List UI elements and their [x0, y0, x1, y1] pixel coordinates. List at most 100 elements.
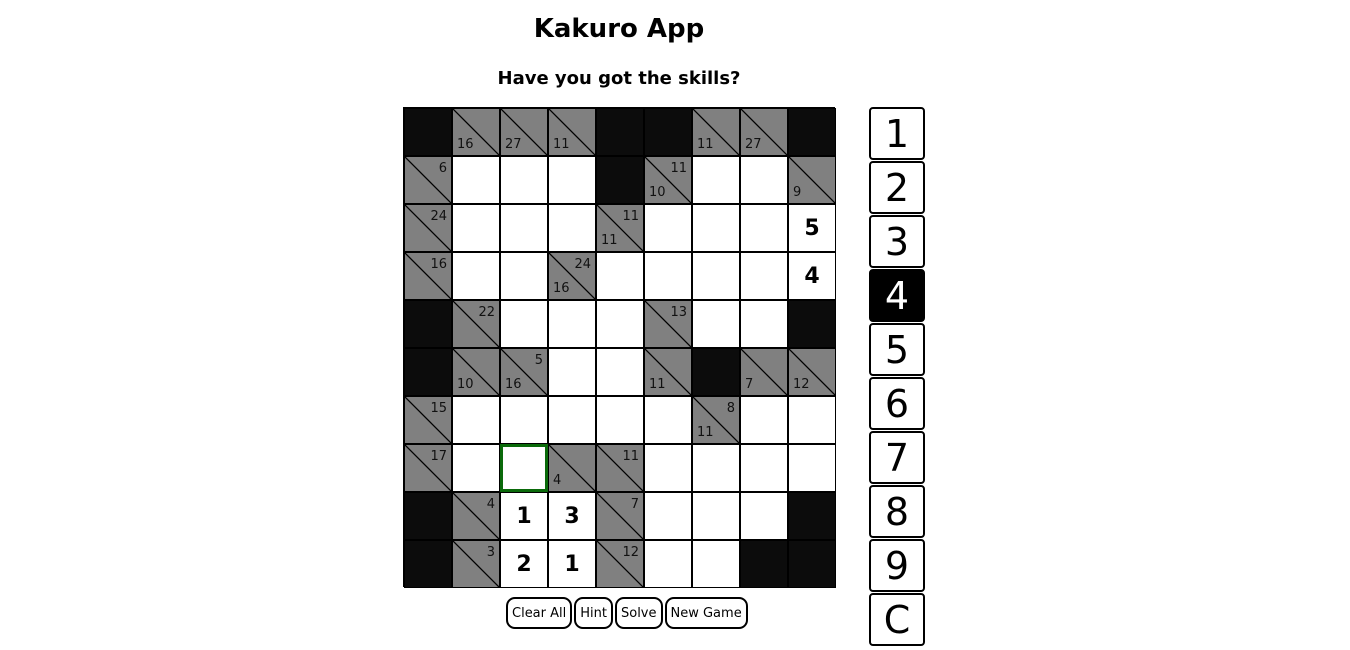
entry-cell[interactable]	[740, 396, 788, 444]
cell-value	[693, 157, 739, 203]
entry-cell[interactable]	[548, 348, 596, 396]
entry-cell[interactable]	[500, 300, 548, 348]
number-key-4[interactable]: 4	[869, 269, 925, 322]
cell-value	[597, 397, 643, 443]
number-key-8[interactable]: 8	[869, 485, 925, 538]
number-key-2[interactable]: 2	[869, 161, 925, 214]
cell-value	[693, 301, 739, 347]
entry-cell[interactable]	[500, 444, 548, 492]
across-clue: 4	[486, 497, 495, 512]
entry-cell[interactable]	[644, 444, 692, 492]
cell-value	[693, 541, 739, 587]
entry-cell[interactable]	[692, 492, 740, 540]
entry-cell[interactable]	[692, 540, 740, 588]
entry-cell[interactable]	[644, 540, 692, 588]
clue-cell: 11	[548, 108, 596, 156]
cell-value: 2	[516, 551, 532, 577]
entry-cell[interactable]	[644, 204, 692, 252]
clear-all-button[interactable]: Clear All	[506, 597, 573, 629]
entry-cell[interactable]	[692, 300, 740, 348]
block-cell	[788, 540, 836, 588]
entry-cell[interactable]	[644, 492, 692, 540]
down-clue: 16	[505, 377, 522, 392]
entry-cell[interactable]	[548, 204, 596, 252]
clue-cell: 9	[788, 156, 836, 204]
entry-cell[interactable]: 4	[788, 252, 836, 300]
cell-value	[453, 205, 499, 251]
entry-cell[interactable]	[692, 252, 740, 300]
number-key-9[interactable]: 9	[869, 539, 925, 592]
entry-cell[interactable]	[692, 204, 740, 252]
entry-cell[interactable]	[500, 204, 548, 252]
clear-key[interactable]: C	[869, 593, 925, 646]
entry-cell[interactable]	[452, 444, 500, 492]
down-clue: 4	[553, 473, 562, 488]
entry-cell[interactable]	[788, 444, 836, 492]
entry-cell[interactable]	[548, 156, 596, 204]
new-game-button[interactable]: New Game	[664, 597, 748, 629]
entry-cell[interactable]: 2	[500, 540, 548, 588]
entry-cell[interactable]	[548, 300, 596, 348]
entry-cell[interactable]	[500, 396, 548, 444]
cell-value	[549, 205, 595, 251]
entry-cell[interactable]	[548, 396, 596, 444]
entry-cell[interactable]	[692, 444, 740, 492]
clue-cell: 11 11	[596, 204, 644, 252]
entry-cell[interactable]	[452, 396, 500, 444]
cell-value	[741, 493, 787, 539]
entry-cell[interactable]	[644, 252, 692, 300]
number-key-1[interactable]: 1	[869, 107, 925, 160]
entry-cell[interactable]	[740, 156, 788, 204]
entry-cell[interactable]: 5	[788, 204, 836, 252]
number-key-7[interactable]: 7	[869, 431, 925, 484]
cell-value	[503, 447, 545, 489]
entry-cell[interactable]	[596, 348, 644, 396]
clue-cell: 3	[452, 540, 500, 588]
entry-cell[interactable]	[740, 252, 788, 300]
hint-button[interactable]: Hint	[574, 597, 613, 629]
cell-value	[789, 445, 835, 491]
cell-value	[549, 397, 595, 443]
across-clue: 17	[430, 449, 447, 464]
entry-cell[interactable]	[596, 300, 644, 348]
entry-cell[interactable]	[500, 156, 548, 204]
entry-cell[interactable]	[644, 396, 692, 444]
entry-cell[interactable]: 3	[548, 492, 596, 540]
cell-value	[645, 205, 691, 251]
entry-cell[interactable]: 1	[548, 540, 596, 588]
entry-cell[interactable]	[500, 252, 548, 300]
down-clue: 11	[553, 137, 570, 152]
cell-value	[501, 253, 547, 299]
entry-cell[interactable]	[740, 492, 788, 540]
down-clue: 11	[601, 233, 618, 248]
entry-cell[interactable]	[788, 396, 836, 444]
across-clue: 13	[670, 305, 687, 320]
down-clue: 11	[649, 377, 666, 392]
down-clue: 12	[793, 377, 810, 392]
block-cell	[404, 108, 452, 156]
clue-cell: 24	[404, 204, 452, 252]
block-cell	[404, 540, 452, 588]
across-clue: 8	[726, 401, 735, 416]
number-key-3[interactable]: 3	[869, 215, 925, 268]
number-key-5[interactable]: 5	[869, 323, 925, 376]
number-key-6[interactable]: 6	[869, 377, 925, 430]
entry-cell[interactable]	[596, 252, 644, 300]
entry-cell[interactable]	[452, 252, 500, 300]
number-pad: 1 2 3 4 5 6 7 8 9 C	[869, 107, 925, 647]
entry-cell[interactable]	[740, 300, 788, 348]
entry-cell[interactable]	[452, 204, 500, 252]
entry-cell[interactable]	[452, 156, 500, 204]
entry-cell[interactable]	[740, 444, 788, 492]
clue-cell: 4	[548, 444, 596, 492]
down-clue: 10	[457, 377, 474, 392]
entry-cell[interactable]	[740, 204, 788, 252]
across-clue: 22	[478, 305, 495, 320]
page-title: Kakuro App	[533, 14, 705, 44]
down-clue: 16	[553, 281, 570, 296]
entry-cell[interactable]	[596, 396, 644, 444]
entry-cell[interactable]	[692, 156, 740, 204]
entry-cell[interactable]: 1	[500, 492, 548, 540]
solve-button[interactable]: Solve	[614, 597, 663, 629]
game-controls: Clear All Hint Solve New Game	[506, 597, 748, 629]
